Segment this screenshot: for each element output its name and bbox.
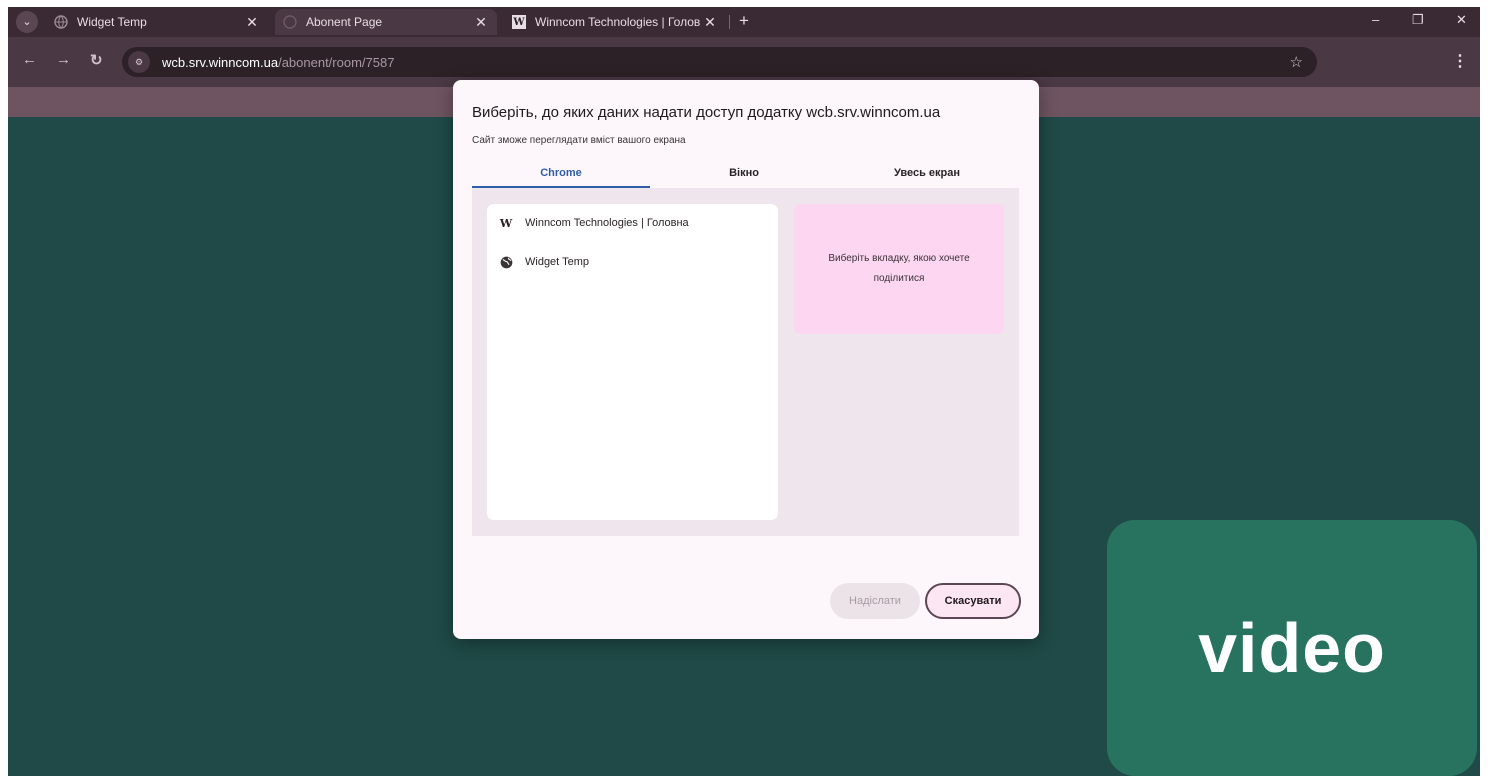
- loading-icon: [283, 15, 297, 29]
- globe-icon: [54, 15, 68, 29]
- share-source-tabs: Chrome Вікно Увесь екран: [472, 160, 1019, 188]
- restore-button[interactable]: ❐: [1412, 12, 1424, 28]
- url-domain: wcb.srv.winncom.ua: [162, 54, 279, 70]
- new-tab-button[interactable]: +: [739, 11, 749, 31]
- list-item[interactable]: Widget Temp: [487, 248, 778, 276]
- site-settings-icon[interactable]: ⚙: [128, 51, 150, 73]
- kebab-menu-icon[interactable]: ⋮: [1452, 51, 1468, 71]
- close-tab-icon[interactable]: ✕: [244, 14, 260, 31]
- preview-area: Виберіть вкладку, якою хочете поділитися: [794, 204, 1004, 334]
- screen-share-dialog: Виберіть, до яких даних надати доступ до…: [453, 80, 1039, 639]
- back-arrow-icon[interactable]: ←: [22, 51, 37, 68]
- url-path: /abonent/room/7587: [278, 54, 395, 70]
- preview-text: Виберіть вкладку, якою хочете поділитися: [828, 253, 970, 284]
- tab-list: W Winncom Technologies | Головна Widget …: [487, 204, 778, 520]
- close-tab-icon[interactable]: ✕: [473, 14, 489, 31]
- list-item-title: Winncom Technologies | Головна: [525, 217, 689, 229]
- close-tab-icon[interactable]: ✕: [702, 14, 718, 31]
- tab-search-icon[interactable]: ⌄: [16, 11, 38, 33]
- forward-arrow-icon[interactable]: →: [56, 51, 71, 68]
- tab-panel: W Winncom Technologies | Головна Widget …: [472, 188, 1019, 536]
- tab-strip: ⌄ Widget Temp ✕ Abonent Page ✕ W Winncom…: [8, 7, 1480, 37]
- tab-widget-temp[interactable]: Widget Temp ✕: [46, 9, 268, 35]
- list-item-title: Widget Temp: [525, 256, 589, 268]
- url-text[interactable]: wcb.srv.winncom.ua/abonent/room/7587: [162, 55, 394, 70]
- tab-window[interactable]: Вікно: [655, 160, 833, 188]
- tab-entire-screen[interactable]: Увесь екран: [838, 160, 1016, 188]
- globe-icon: [499, 255, 513, 269]
- dialog-title: Виберіть, до яких даних надати доступ до…: [472, 104, 941, 121]
- winncom-logo-icon: W: [512, 15, 526, 29]
- minimize-button[interactable]: –: [1372, 12, 1379, 27]
- tab-abonent-page[interactable]: Abonent Page ✕: [275, 9, 497, 35]
- bookmark-star-icon[interactable]: ☆: [1290, 53, 1303, 71]
- tab-title: Winncom Technologies | Голов: [535, 15, 701, 29]
- reload-icon[interactable]: ↻: [90, 51, 103, 69]
- close-window-button[interactable]: ✕: [1456, 12, 1467, 28]
- dialog-subtitle: Сайт зможе переглядати вміст вашого екра…: [472, 135, 686, 146]
- tab-separator: [729, 15, 730, 29]
- tab-title: Widget Temp: [77, 15, 147, 29]
- video-label: video: [1198, 609, 1386, 687]
- cancel-button[interactable]: Скасувати: [925, 583, 1021, 619]
- video-tile: video: [1107, 520, 1477, 776]
- tab-winncom[interactable]: W Winncom Technologies | Голов ✕: [504, 9, 726, 35]
- send-button[interactable]: Надіслати: [830, 583, 920, 619]
- address-bar[interactable]: ⚙ wcb.srv.winncom.ua/abonent/room/7587 ☆: [122, 47, 1317, 77]
- tab-chrome[interactable]: Chrome: [472, 160, 650, 188]
- tab-title: Abonent Page: [306, 15, 383, 29]
- list-item[interactable]: W Winncom Technologies | Головна: [487, 209, 778, 237]
- winncom-logo-icon: W: [499, 216, 513, 230]
